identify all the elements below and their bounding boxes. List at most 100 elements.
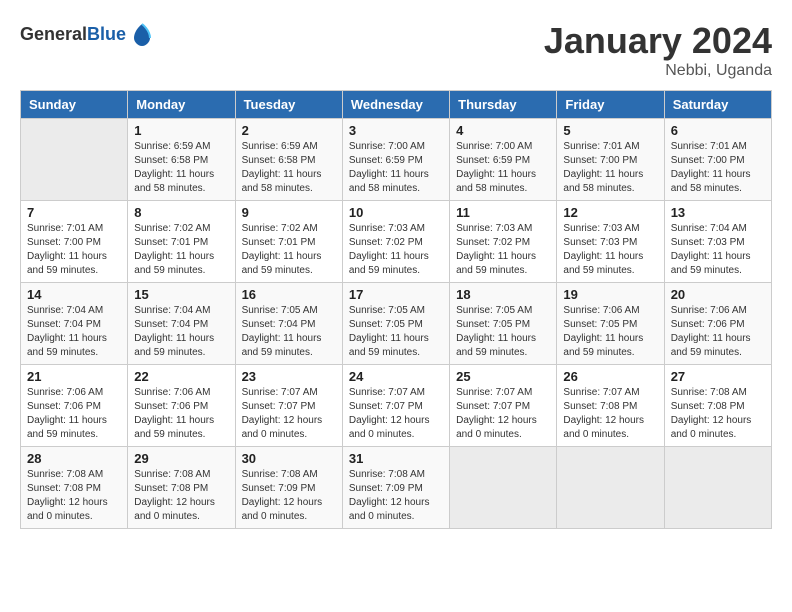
day-number: 1 (134, 123, 228, 138)
day-cell: 26 Sunrise: 7:07 AMSunset: 7:08 PMDayligh… (557, 365, 664, 447)
day-number: 28 (27, 451, 121, 466)
logo: GeneralBlue (20, 20, 156, 48)
day-cell: 17Sunrise: 7:05 AMSunset: 7:05 PMDayligh… (342, 283, 449, 365)
logo-blue-label: Blue (87, 24, 126, 44)
header-cell-thursday: Thursday (450, 91, 557, 119)
day-info: Sunrise: 7:06 AMSunset: 7:05 PMDaylight:… (563, 304, 657, 360)
day-number: 3 (349, 123, 443, 138)
logo-text-general: GeneralBlue (20, 24, 126, 45)
header-cell-monday: Monday (128, 91, 235, 119)
day-number: 16 (242, 287, 336, 302)
day-number: 20 (671, 287, 765, 302)
day-number: 2 (242, 123, 336, 138)
day-number: 15 (134, 287, 228, 302)
day-number: 22 (134, 369, 228, 384)
day-info: Sunrise: 7:01 AMSunset: 7:00 PMDaylight:… (27, 222, 121, 278)
day-info: Sunrise: 7:04 AMSunset: 7:04 PMDaylight:… (134, 304, 228, 360)
day-number: 25 (456, 369, 550, 384)
day-cell: 8 Sunrise: 7:02 AMSunset: 7:01 PMDaylight… (128, 201, 235, 283)
day-cell: 29 Sunrise: 7:08 AMSunset: 7:08 PMDayligh… (128, 447, 235, 529)
logo-icon (128, 20, 156, 48)
day-number: 6 (671, 123, 765, 138)
day-cell: 23Sunrise: 7:07 AMSunset: 7:07 PMDayligh… (235, 365, 342, 447)
calendar-table: SundayMondayTuesdayWednesdayThursdayFrid… (20, 90, 772, 529)
day-cell: 22 Sunrise: 7:06 AMSunset: 7:06 PMDayligh… (128, 365, 235, 447)
day-number: 7 (27, 205, 121, 220)
day-cell (557, 447, 664, 529)
day-cell: 31Sunrise: 7:08 AMSunset: 7:09 PMDayligh… (342, 447, 449, 529)
day-info: Sunrise: 7:03 AMSunset: 7:02 PMDaylight:… (456, 222, 550, 278)
day-number: 17 (349, 287, 443, 302)
day-cell: 11 Sunrise: 7:03 AMSunset: 7:02 PMDayligh… (450, 201, 557, 283)
header-cell-tuesday: Tuesday (235, 91, 342, 119)
day-number: 9 (242, 205, 336, 220)
day-cell: 15 Sunrise: 7:04 AMSunset: 7:04 PMDayligh… (128, 283, 235, 365)
day-info: Sunrise: 7:01 AMSunset: 7:00 PMDaylight:… (671, 140, 765, 196)
day-number: 8 (134, 205, 228, 220)
day-cell: 12 Sunrise: 7:03 AMSunset: 7:03 PMDayligh… (557, 201, 664, 283)
day-number: 23 (242, 369, 336, 384)
week-row-4: 21 Sunrise: 7:06 AMSunset: 7:06 PMDayligh… (21, 365, 772, 447)
day-info: Sunrise: 7:08 AMSunset: 7:08 PMDaylight:… (134, 468, 228, 524)
day-cell (664, 447, 771, 529)
day-info: Sunrise: 7:04 AMSunset: 7:03 PMDaylight:… (671, 222, 765, 278)
week-row-1: 1Sunrise: 6:59 AMSunset: 6:58 PMDaylight… (21, 119, 772, 201)
day-number: 12 (563, 205, 657, 220)
day-number: 10 (349, 205, 443, 220)
day-info: Sunrise: 7:05 AMSunset: 7:05 PMDaylight:… (456, 304, 550, 360)
day-number: 19 (563, 287, 657, 302)
day-cell: 2Sunrise: 6:59 AMSunset: 6:58 PMDaylight… (235, 119, 342, 201)
day-cell: 18Sunrise: 7:05 AMSunset: 7:05 PMDayligh… (450, 283, 557, 365)
header-cell-friday: Friday (557, 91, 664, 119)
day-cell: 9Sunrise: 7:02 AMSunset: 7:01 PMDaylight… (235, 201, 342, 283)
week-row-5: 28 Sunrise: 7:08 AMSunset: 7:08 PMDayligh… (21, 447, 772, 529)
day-cell: 7 Sunrise: 7:01 AMSunset: 7:00 PMDaylight… (21, 201, 128, 283)
day-info: Sunrise: 7:06 AMSunset: 7:06 PMDaylight:… (134, 386, 228, 442)
header-cell-sunday: Sunday (21, 91, 128, 119)
day-number: 11 (456, 205, 550, 220)
day-info: Sunrise: 7:08 AMSunset: 7:08 PMDaylight:… (671, 386, 765, 442)
header-cell-wednesday: Wednesday (342, 91, 449, 119)
day-info: Sunrise: 7:02 AMSunset: 7:01 PMDaylight:… (134, 222, 228, 278)
day-info: Sunrise: 7:08 AMSunset: 7:09 PMDaylight:… (349, 468, 443, 524)
calendar-header: SundayMondayTuesdayWednesdayThursdayFrid… (21, 91, 772, 119)
day-cell: 28Sunrise: 7:08 AMSunset: 7:08 PMDayligh… (21, 447, 128, 529)
day-info: Sunrise: 7:03 AMSunset: 7:03 PMDaylight:… (563, 222, 657, 278)
day-info: Sunrise: 7:05 AMSunset: 7:04 PMDaylight:… (242, 304, 336, 360)
week-row-3: 14Sunrise: 7:04 AMSunset: 7:04 PMDayligh… (21, 283, 772, 365)
day-cell: 4 Sunrise: 7:00 AMSunset: 6:59 PMDaylight… (450, 119, 557, 201)
day-cell: 30Sunrise: 7:08 AMSunset: 7:09 PMDayligh… (235, 447, 342, 529)
day-number: 29 (134, 451, 228, 466)
day-number: 24 (349, 369, 443, 384)
day-info: Sunrise: 7:03 AMSunset: 7:02 PMDaylight:… (349, 222, 443, 278)
day-cell: 21Sunrise: 7:06 AMSunset: 7:06 PMDayligh… (21, 365, 128, 447)
day-number: 5 (563, 123, 657, 138)
day-cell (450, 447, 557, 529)
day-number: 26 (563, 369, 657, 384)
day-number: 4 (456, 123, 550, 138)
day-cell: 1Sunrise: 6:59 AMSunset: 6:58 PMDaylight… (128, 119, 235, 201)
header-cell-saturday: Saturday (664, 91, 771, 119)
day-info: Sunrise: 7:00 AMSunset: 6:59 PMDaylight:… (349, 140, 443, 196)
logo-general-label: General (20, 24, 87, 44)
location: Nebbi, Uganda (544, 62, 772, 80)
day-cell: 5 Sunrise: 7:01 AMSunset: 7:00 PMDaylight… (557, 119, 664, 201)
day-cell: 6 Sunrise: 7:01 AMSunset: 7:00 PMDaylight… (664, 119, 771, 201)
day-info: Sunrise: 7:04 AMSunset: 7:04 PMDaylight:… (27, 304, 121, 360)
day-cell: 20Sunrise: 7:06 AMSunset: 7:06 PMDayligh… (664, 283, 771, 365)
day-cell: 19 Sunrise: 7:06 AMSunset: 7:05 PMDayligh… (557, 283, 664, 365)
day-cell: 27 Sunrise: 7:08 AMSunset: 7:08 PMDayligh… (664, 365, 771, 447)
day-info: Sunrise: 7:01 AMSunset: 7:00 PMDaylight:… (563, 140, 657, 196)
day-number: 21 (27, 369, 121, 384)
header: GeneralBlue January 2024 Nebbi, Uganda (20, 20, 772, 80)
day-info: Sunrise: 7:08 AMSunset: 7:09 PMDaylight:… (242, 468, 336, 524)
month-year: January 2024 (544, 20, 772, 62)
day-number: 13 (671, 205, 765, 220)
day-info: Sunrise: 7:07 AMSunset: 7:08 PMDaylight:… (563, 386, 657, 442)
day-info: Sunrise: 7:00 AMSunset: 6:59 PMDaylight:… (456, 140, 550, 196)
day-cell: 25 Sunrise: 7:07 AMSunset: 7:07 PMDayligh… (450, 365, 557, 447)
day-number: 27 (671, 369, 765, 384)
day-info: Sunrise: 7:07 AMSunset: 7:07 PMDaylight:… (456, 386, 550, 442)
week-row-2: 7 Sunrise: 7:01 AMSunset: 7:00 PMDaylight… (21, 201, 772, 283)
day-cell: 14Sunrise: 7:04 AMSunset: 7:04 PMDayligh… (21, 283, 128, 365)
